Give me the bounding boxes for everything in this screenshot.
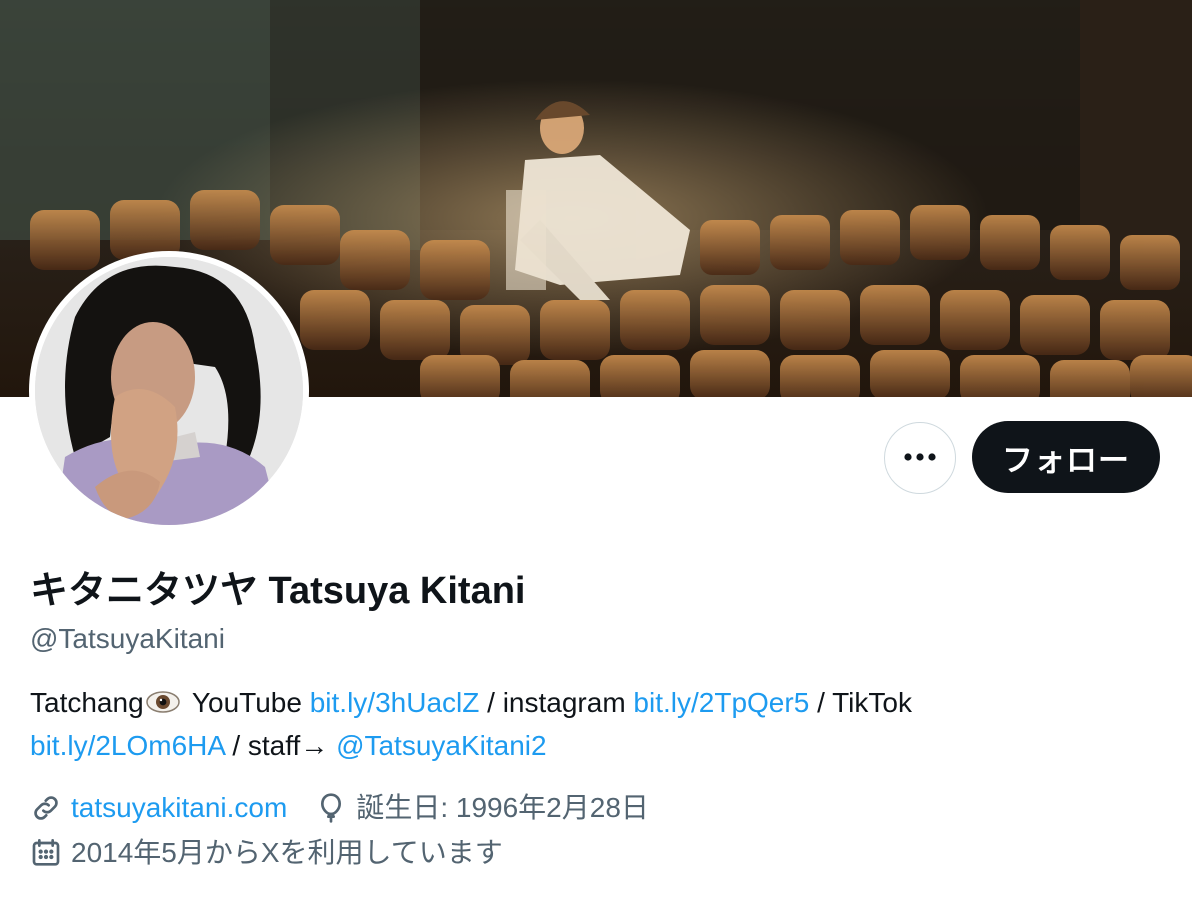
avatar-photo xyxy=(35,257,303,525)
bio-line-1: Tatchang YouTube bit.ly/3hUaclZ / instag… xyxy=(30,683,1130,726)
bio-link-youtube[interactable]: bit.ly/3hUaclZ xyxy=(310,687,480,718)
follow-button[interactable]: フォロー xyxy=(972,421,1160,493)
user-handle: @TatsuyaKitani xyxy=(30,623,225,654)
balloon-icon xyxy=(315,792,347,824)
bio-text-staff: / staff→ xyxy=(232,730,329,761)
profile-page: フォロー キタニタツヤ Tatsuya Kitani @TatsuyaKitan… xyxy=(0,0,1192,908)
birthday-text: 誕生日: 1996年2月28日 xyxy=(356,792,649,823)
link-icon xyxy=(30,792,62,824)
bio-text-tatchang: Tatchang xyxy=(30,687,144,718)
bio-link-instagram[interactable]: bit.ly/2TpQer5 xyxy=(633,687,809,718)
profile-avatar[interactable] xyxy=(29,251,309,531)
calendar-icon xyxy=(30,837,62,869)
bio-text-youtube: YouTube xyxy=(191,687,302,718)
display-name: キタニタツヤ Tatsuya Kitani xyxy=(30,570,526,612)
bio-mention-staff[interactable]: @TatsuyaKitani2 xyxy=(336,730,547,761)
website-link[interactable]: tatsuyakitani.com xyxy=(71,788,287,828)
birthday-item: 誕生日: 1996年2月28日 xyxy=(315,788,649,828)
bio-text-tiktok: / TikTok xyxy=(817,687,912,718)
joined-text: 2014年5月からXを利用しています xyxy=(71,837,503,868)
profile-meta-row: tatsuyakitani.com 誕生日: 1996年2月28日 xyxy=(30,788,677,828)
profile-bio: Tatchang YouTube bit.ly/3hUaclZ / instag… xyxy=(30,683,1130,766)
website-item: tatsuyakitani.com xyxy=(30,788,287,828)
profile-joined-row: 2014年5月からXを利用しています xyxy=(30,833,503,873)
bio-link-tiktok[interactable]: bit.ly/2LOm6HA xyxy=(30,730,225,761)
more-horizontal-icon xyxy=(903,449,937,467)
bio-text-instagram: / instagram xyxy=(487,687,626,718)
eye-emoji-icon xyxy=(145,686,181,726)
more-options-button[interactable] xyxy=(884,422,956,494)
bio-line-2: bit.ly/2LOm6HA / staff→ @TatsuyaKitani2 xyxy=(30,726,1130,766)
